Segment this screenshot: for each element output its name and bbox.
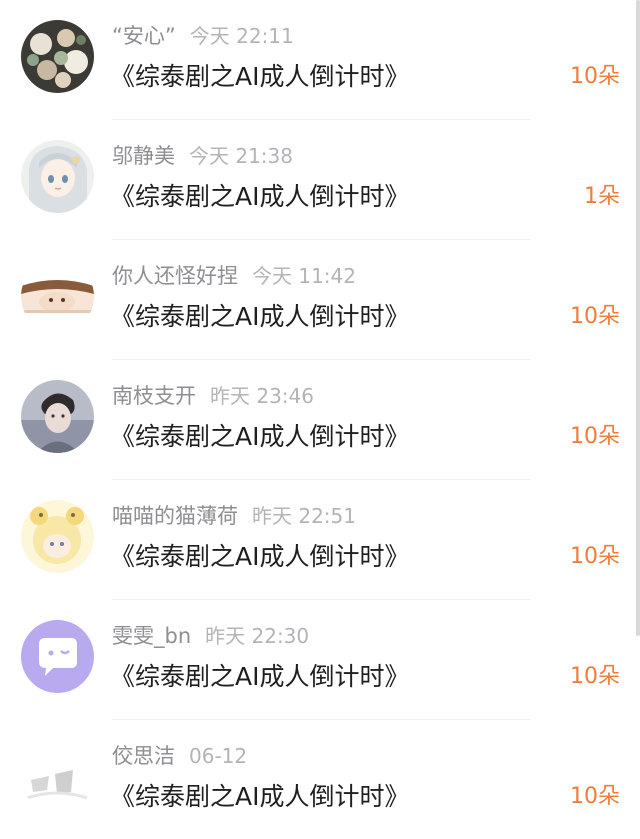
- avatar[interactable]: [21, 620, 94, 693]
- flower-count: 1朵: [584, 184, 620, 209]
- user-name[interactable]: 喵喵的猫薄荷 昨天 22:51: [112, 502, 356, 530]
- list-item[interactable]: 佼思洁 06-12 《综泰剧之AI成人倒计时》 10朵: [0, 720, 640, 839]
- chat-bubble-icon: [21, 620, 94, 693]
- flower-count: 10朵: [570, 304, 620, 329]
- flower-count: 10朵: [570, 64, 620, 89]
- flower-count: 10朵: [570, 784, 620, 809]
- flower-count: 10朵: [570, 544, 620, 569]
- flower-bouquet-icon: [21, 20, 94, 93]
- work-title[interactable]: 《综泰剧之AI成人倒计时》: [110, 60, 409, 94]
- cartoon-character-icon: [21, 500, 94, 573]
- photo-portrait-icon: [21, 380, 94, 453]
- work-title[interactable]: 《综泰剧之AI成人倒计时》: [110, 420, 409, 454]
- list-item[interactable]: 南枝支开 昨天 23:46 《综泰剧之AI成人倒计时》 10朵: [0, 360, 640, 480]
- list-item[interactable]: 邬静美 今天 21:38 《综泰剧之AI成人倒计时》 1朵: [0, 120, 640, 240]
- user-name[interactable]: 南枝支开 昨天 23:46: [112, 382, 314, 410]
- gift-records-page: “安心” 今天 22:11 《综泰剧之AI成人倒计时》 10朵 邬静美 今天 21: [0, 0, 640, 839]
- timestamp: 06-12: [189, 744, 248, 768]
- flower-count: 10朵: [570, 664, 620, 689]
- timestamp: 昨天 22:30: [205, 624, 310, 648]
- timestamp: 今天 21:38: [189, 144, 293, 168]
- avatar[interactable]: [21, 140, 94, 213]
- avatar[interactable]: [21, 20, 94, 93]
- avatar[interactable]: [21, 260, 94, 333]
- avatar[interactable]: [21, 740, 94, 813]
- flower-count: 10朵: [570, 424, 620, 449]
- user-name[interactable]: 雯雯_bn 昨天 22:30: [112, 622, 309, 650]
- work-title[interactable]: 《综泰剧之AI成人倒计时》: [110, 540, 409, 574]
- work-title[interactable]: 《综泰剧之AI成人倒计时》: [110, 780, 409, 814]
- list-item[interactable]: “安心” 今天 22:11 《综泰剧之AI成人倒计时》 10朵: [0, 0, 640, 120]
- timestamp: 今天 11:42: [252, 264, 356, 288]
- avatar[interactable]: [21, 380, 94, 453]
- user-name[interactable]: “安心” 今天 22:11: [112, 22, 294, 50]
- avatar[interactable]: [21, 500, 94, 573]
- list-item[interactable]: 你人还怪好捏 今天 11:42 《综泰剧之AI成人倒计时》 10朵: [0, 240, 640, 360]
- timestamp: 昨天 23:46: [210, 384, 314, 408]
- list-item[interactable]: 喵喵的猫薄荷 昨天 22:51 《综泰剧之AI成人倒计时》 10朵: [0, 480, 640, 600]
- anime-boy-icon: [21, 260, 94, 333]
- faded-sketch-icon: [21, 740, 94, 813]
- anime-girl-icon: [21, 140, 94, 213]
- user-name[interactable]: 你人还怪好捏 今天 11:42: [112, 262, 356, 290]
- work-title[interactable]: 《综泰剧之AI成人倒计时》: [110, 300, 409, 334]
- list-item[interactable]: 雯雯_bn 昨天 22:30 《综泰剧之AI成人倒计时》 10朵: [0, 600, 640, 720]
- user-name[interactable]: 邬静美 今天 21:38: [112, 142, 293, 170]
- work-title[interactable]: 《综泰剧之AI成人倒计时》: [110, 180, 409, 214]
- scrollbar[interactable]: [636, 0, 640, 636]
- timestamp: 昨天 22:51: [252, 504, 356, 528]
- timestamp: 今天 22:11: [189, 24, 294, 48]
- user-name[interactable]: 佼思洁 06-12: [112, 742, 247, 770]
- work-title[interactable]: 《综泰剧之AI成人倒计时》: [110, 660, 409, 694]
